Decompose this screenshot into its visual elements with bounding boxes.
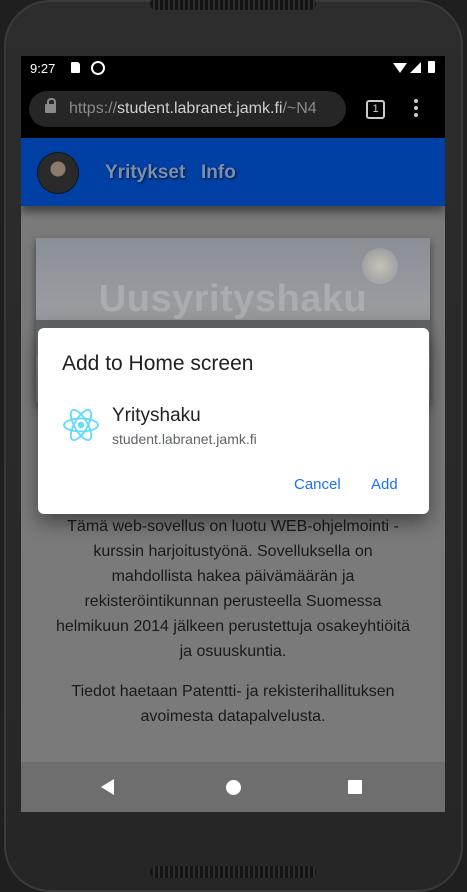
recents-icon[interactable] xyxy=(348,780,362,794)
site-navbar: Yritykset Info xyxy=(21,138,445,206)
url-scheme: https:// xyxy=(69,100,118,117)
status-bar: 9:27 xyxy=(21,56,445,82)
url-field[interactable]: https://student.labranet.jamk.fi/~N4 xyxy=(29,91,346,127)
add-button[interactable]: Add xyxy=(371,476,398,493)
source-paragraph: Tiedot haetaan Patentti- ja rekisterihal… xyxy=(71,683,395,725)
sync-icon xyxy=(91,61,105,75)
bottom-speaker xyxy=(150,866,316,878)
system-navigation-bar xyxy=(21,762,445,812)
hero-title: Uusyrityshaku xyxy=(98,278,368,320)
url-host: student.labranet.jamk.fi xyxy=(117,100,283,117)
url-text: https://student.labranet.jamk.fi/~N4 xyxy=(69,100,317,118)
status-time: 9:27 xyxy=(30,61,56,76)
screen: 9:27 https://student.labranet.jamk.fi/~N… xyxy=(21,56,445,812)
signal-icon xyxy=(410,62,421,73)
home-icon[interactable] xyxy=(226,780,241,795)
lock-icon[interactable] xyxy=(45,98,56,113)
wifi-icon xyxy=(393,63,407,73)
overflow-menu-icon[interactable] xyxy=(414,99,418,119)
nav-link-info[interactable]: Info xyxy=(201,162,236,184)
dialog-title: Add to Home screen xyxy=(62,352,254,375)
back-icon[interactable] xyxy=(101,779,114,795)
battery-icon xyxy=(428,61,435,73)
app-url: student.labranet.jamk.fi xyxy=(112,431,257,447)
top-speaker xyxy=(150,0,316,10)
phone-frame: 9:27 https://student.labranet.jamk.fi/~N… xyxy=(0,0,467,892)
nav-link-yritykset[interactable]: Yritykset xyxy=(105,162,185,184)
intro-paragraph: Tämä web-sovellus on luotu WEB-ohjelmoin… xyxy=(55,518,410,660)
avatar[interactable] xyxy=(38,153,78,193)
app-name[interactable]: Yrityshaku xyxy=(112,405,201,427)
cancel-button[interactable]: Cancel xyxy=(294,476,341,493)
browser-toolbar: https://student.labranet.jamk.fi/~N4 1 xyxy=(21,82,445,138)
tab-switcher-button[interactable]: 1 xyxy=(366,100,385,119)
add-to-home-dialog: Add to Home screen Yrityshaku student.la… xyxy=(38,328,429,514)
url-path: /~N4 xyxy=(282,100,317,117)
react-icon xyxy=(63,409,99,441)
sd-card-icon xyxy=(71,62,80,73)
